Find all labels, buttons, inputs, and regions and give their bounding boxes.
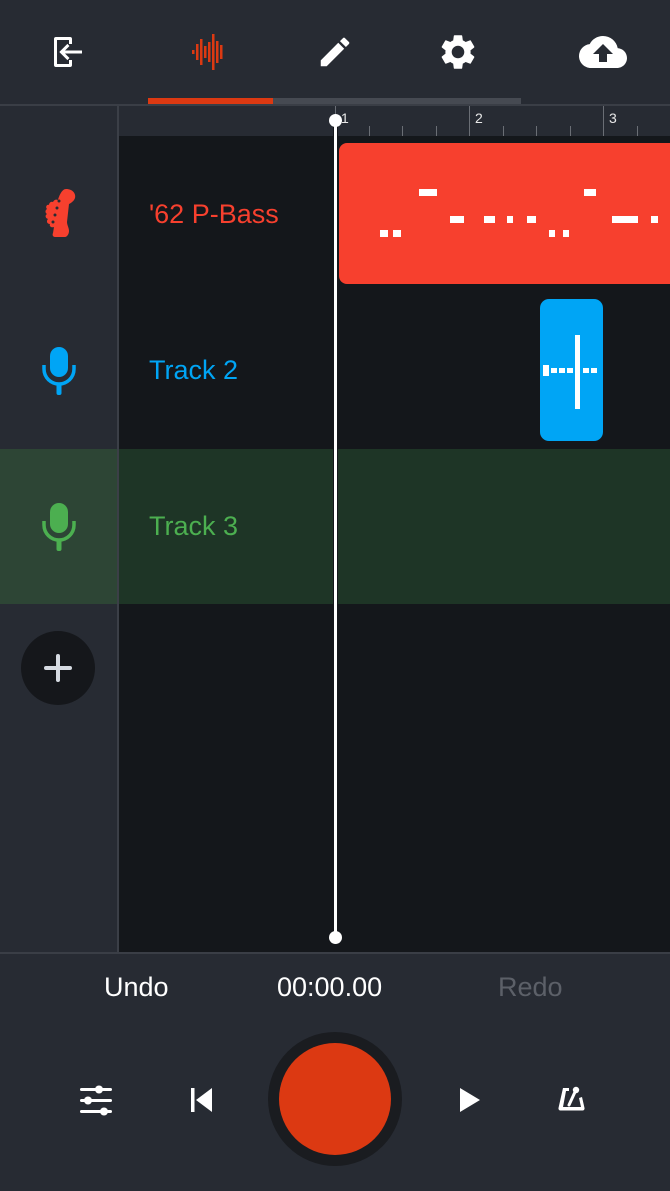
- midi-note: [507, 216, 513, 223]
- track-3-instrument-button[interactable]: [0, 449, 117, 605]
- ruler-tick-minor: [637, 126, 638, 136]
- cloud-upload-icon: [579, 36, 627, 68]
- ruler-tick-minor: [402, 126, 403, 136]
- midi-note: [612, 216, 638, 223]
- midi-note: [380, 230, 388, 237]
- record-button[interactable]: [279, 1043, 391, 1155]
- microphone-icon: [41, 503, 76, 551]
- exit-button[interactable]: [38, 22, 98, 82]
- midi-note: [450, 216, 464, 223]
- exit-icon: [54, 37, 82, 67]
- playhead[interactable]: [334, 120, 337, 938]
- play-button[interactable]: [446, 1076, 494, 1124]
- ruler-measure-1: 1: [341, 110, 349, 126]
- ruler-tick-minor: [369, 126, 370, 136]
- mixer-button[interactable]: [72, 1076, 120, 1124]
- track-1-instrument-button[interactable]: [0, 137, 117, 293]
- midi-note: [584, 189, 596, 196]
- tab-settings[interactable]: [428, 22, 488, 82]
- ruler-measure-2: 2: [475, 110, 483, 126]
- midi-note: [549, 230, 555, 237]
- track-1-name[interactable]: '62 P-Bass: [149, 199, 279, 230]
- ruler-tick-minor: [503, 126, 504, 136]
- track-3-lane[interactable]: Track 3: [119, 449, 670, 604]
- metronome-icon: [558, 1086, 585, 1111]
- tab-edit[interactable]: [305, 22, 365, 82]
- add-track-button[interactable]: [21, 631, 95, 705]
- ruler-tick-minor: [436, 126, 437, 136]
- timeline-ruler[interactable]: 1 2 3: [119, 106, 670, 136]
- ruler-measure-3: 3: [609, 110, 617, 126]
- track-3-name[interactable]: Track 3: [149, 511, 238, 542]
- tab-record[interactable]: [181, 22, 241, 82]
- plus-icon: [44, 654, 72, 682]
- microphone-icon: [41, 347, 76, 395]
- ruler-tick-major: [469, 106, 470, 136]
- track-2-audio-clip[interactable]: [540, 299, 603, 441]
- undo-button[interactable]: Undo: [104, 972, 169, 1003]
- midi-note: [651, 216, 658, 223]
- midi-note: [484, 216, 495, 223]
- metronome-button[interactable]: [548, 1076, 596, 1124]
- play-icon: [460, 1088, 480, 1112]
- gear-icon: [441, 35, 475, 69]
- waveform-icon: [192, 34, 223, 70]
- playhead-top-handle[interactable]: [329, 114, 342, 127]
- top-toolbar: [0, 0, 670, 104]
- pencil-icon: [320, 37, 350, 67]
- skip-to-start-icon: [191, 1088, 212, 1112]
- ruler-tick-minor: [570, 126, 571, 136]
- audio-waveform: [543, 335, 597, 409]
- ruler-tick-major: [603, 106, 604, 136]
- midi-note: [527, 216, 536, 223]
- playhead-bottom-handle[interactable]: [329, 931, 342, 944]
- redo-button[interactable]: Redo: [498, 972, 563, 1003]
- midi-note: [393, 230, 401, 237]
- upload-button[interactable]: [573, 22, 633, 82]
- midi-note: [419, 189, 437, 196]
- track-2-name[interactable]: Track 2: [149, 355, 238, 386]
- bass-headstock-icon: [45, 189, 75, 237]
- time-display: 00:00.00: [277, 972, 383, 1002]
- midi-note: [563, 230, 569, 237]
- skip-to-start-button[interactable]: [178, 1076, 226, 1124]
- bass-midi-clip[interactable]: [339, 143, 670, 284]
- track-2-instrument-button[interactable]: [0, 293, 117, 449]
- ruler-tick-minor: [536, 126, 537, 136]
- mixer-sliders-icon: [80, 1085, 112, 1116]
